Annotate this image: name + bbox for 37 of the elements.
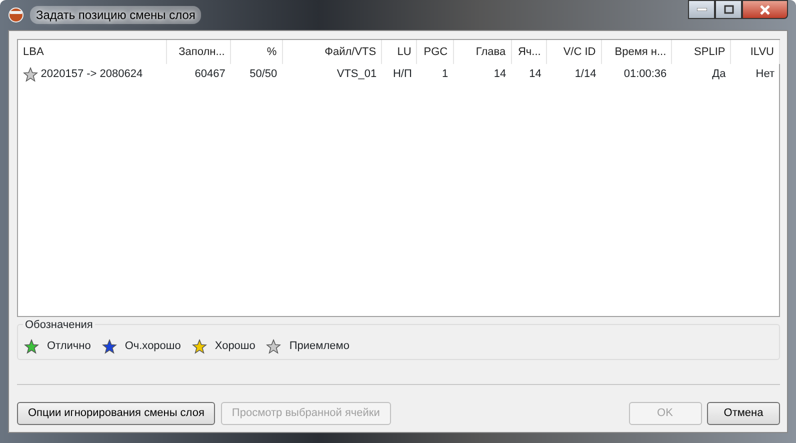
table-cell-text: 2020157 -> 2080624: [40, 66, 143, 82]
column-header[interactable]: LU: [382, 40, 417, 64]
column-header[interactable]: Глава: [453, 40, 512, 64]
dialog-button[interactable]: Отмена: [707, 402, 780, 425]
app-icon: [8, 7, 24, 23]
legend-label: Отлично: [47, 338, 91, 354]
table-cell: 01:00:36: [624, 68, 667, 80]
table-cell: Да: [712, 68, 726, 80]
table-cell: 50/50: [250, 68, 278, 80]
table-cell: 1/14: [574, 68, 596, 80]
legend-label: Оч.хорошо: [124, 338, 181, 354]
column-header[interactable]: ILVU: [730, 40, 780, 64]
column-header[interactable]: PGC: [416, 40, 454, 64]
maximize-icon: [724, 5, 734, 14]
table-cell: 14: [529, 68, 542, 80]
column-header[interactable]: Заполн...: [166, 40, 230, 64]
legend-label: Хорошо: [214, 338, 256, 354]
column-header[interactable]: SPLIP: [672, 40, 731, 64]
legend-label: Приемлемо: [289, 338, 350, 354]
minimize-icon: [696, 8, 706, 11]
minimize-button[interactable]: [688, 0, 715, 19]
table-cell: 1: [442, 68, 448, 80]
table-cell: Н/П: [392, 68, 412, 80]
table-cell: 60467: [194, 68, 226, 80]
column-header[interactable]: Яч...: [511, 40, 546, 64]
close-button[interactable]: [742, 0, 788, 19]
column-header[interactable]: Время н...: [601, 40, 672, 64]
table-cell: VTS_01: [336, 68, 377, 80]
column-header[interactable]: LBA: [18, 40, 166, 64]
table-cell: 14: [494, 68, 506, 80]
table-cell: Нет: [756, 68, 774, 80]
column-header[interactable]: %: [230, 40, 282, 64]
close-icon: [759, 4, 771, 14]
column-header[interactable]: V/C ID: [546, 40, 602, 64]
dialog-button[interactable]: Опции игнорирования смены слоя: [17, 402, 216, 425]
column-header[interactable]: Файл/VTS: [282, 40, 382, 64]
maximize-button[interactable]: [715, 0, 742, 19]
